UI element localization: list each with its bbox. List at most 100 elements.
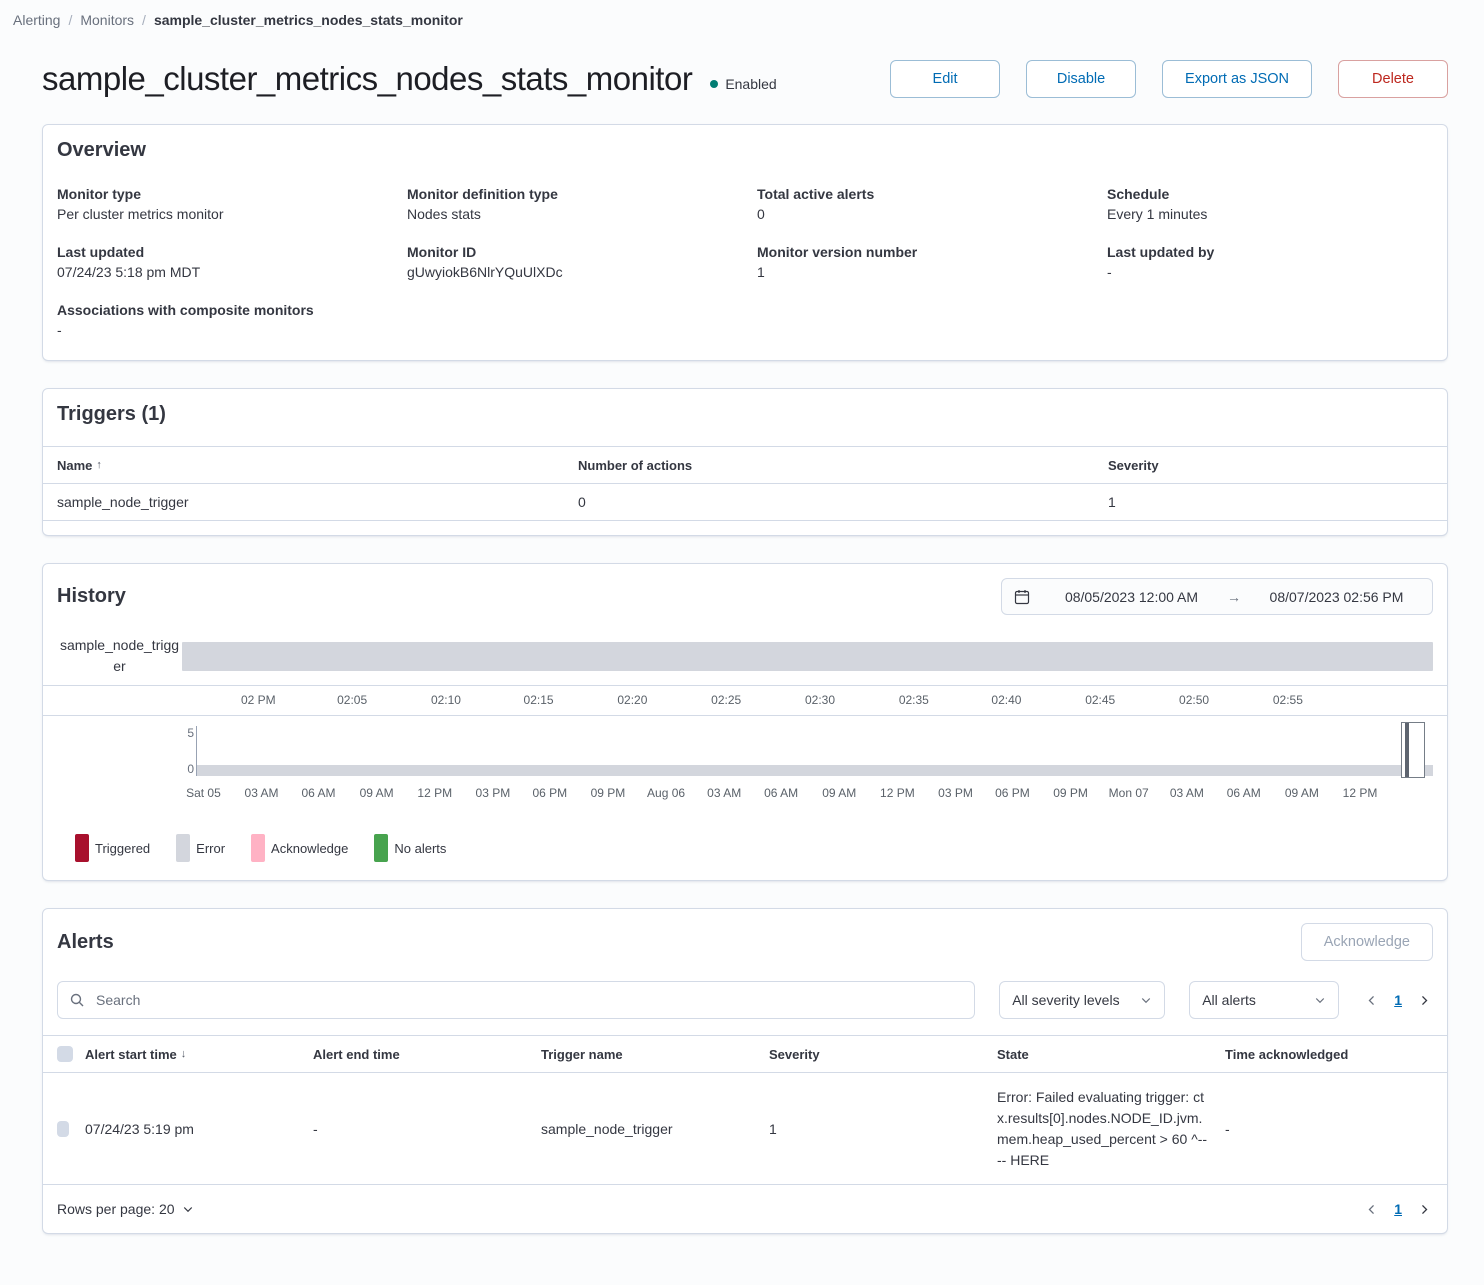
previous-page-button[interactable]	[1363, 1201, 1380, 1218]
row-checkbox[interactable]	[57, 1121, 69, 1137]
legend-item-error: Error	[176, 834, 225, 862]
field-label: Schedule	[1107, 186, 1433, 202]
brush-axis-labels: Sat 05 03 AM 06 AM 09 AM 12 PM 03 PM 06 …	[196, 784, 1433, 804]
history-header: History 08/05/2023 12:00 AM → 08/07/2023…	[57, 578, 1433, 615]
timeline-tick: 02:50	[1179, 693, 1209, 707]
sort-descending-icon: ↓	[181, 1048, 187, 1060]
alert-trigger-name-cell: sample_node_trigger	[541, 1109, 769, 1149]
breadcrumb: Alerting / Monitors / sample_cluster_met…	[0, 0, 1484, 32]
field-monitor-version-number: Monitor version number 1	[757, 244, 1083, 280]
breadcrumb-monitors[interactable]: Monitors	[80, 12, 134, 28]
legend-label: No alerts	[394, 841, 446, 856]
column-header-name-label: Name	[57, 458, 92, 473]
history-timeline-bar[interactable]	[182, 642, 1433, 671]
main-content: sample_cluster_metrics_nodes_stats_monit…	[0, 60, 1484, 1285]
field-label: Total active alerts	[757, 186, 1083, 202]
brush-tick: 09 AM	[822, 786, 856, 800]
history-brush-chart[interactable]	[196, 722, 1433, 778]
legend-item-acknowledge: Acknowledge	[251, 834, 348, 862]
field-value: 1	[757, 264, 1083, 280]
alert-severity-cell: 1	[769, 1109, 997, 1149]
triggered-swatch-icon	[75, 834, 89, 862]
delete-button[interactable]: Delete	[1338, 60, 1448, 98]
no-alerts-swatch-icon	[374, 834, 388, 862]
page-number-button[interactable]: 1	[1390, 1199, 1406, 1219]
field-label: Last updated by	[1107, 244, 1433, 260]
date-range-picker[interactable]: 08/05/2023 12:00 AM → 08/07/2023 02:56 P…	[1001, 578, 1433, 615]
alert-state-filter-value: All alerts	[1202, 992, 1256, 1008]
field-value: Nodes stats	[407, 206, 733, 222]
previous-page-button[interactable]	[1363, 992, 1380, 1009]
overview-grid: Monitor type Per cluster metrics monitor…	[57, 186, 1433, 346]
edit-button[interactable]: Edit	[890, 60, 1000, 98]
header-actions: Edit Disable Export as JSON Delete	[890, 60, 1448, 98]
column-alert-start-time[interactable]: Alert start time ↓	[85, 1036, 313, 1072]
field-label: Monitor definition type	[407, 186, 733, 202]
breadcrumb-alerting[interactable]: Alerting	[13, 12, 60, 28]
alerts-title: Alerts	[57, 931, 114, 954]
brush-selection-handle[interactable]	[1401, 722, 1425, 778]
triggers-panel: Triggers (1) Name ↑ Number of actions Se…	[42, 388, 1448, 536]
history-trigger-label: sample_node_trigger	[57, 635, 182, 677]
timeline-tick: 02:40	[991, 693, 1021, 707]
history-timeline-row: sample_node_trigger	[57, 633, 1433, 679]
chevron-right-icon	[1418, 1203, 1431, 1216]
breadcrumb-separator: /	[142, 12, 146, 28]
field-value: 0	[757, 206, 1083, 222]
brush-tick: Aug 06	[647, 786, 685, 800]
overview-panel: Overview Monitor type Per cluster metric…	[42, 124, 1448, 361]
column-header-name[interactable]: Name ↑	[43, 447, 578, 483]
chevron-left-icon	[1365, 1203, 1378, 1216]
alert-state-filter-select[interactable]: All alerts	[1189, 981, 1339, 1019]
brush-tick: 06 PM	[995, 786, 1030, 800]
date-range-end-button[interactable]: 08/07/2023 02:56 PM	[1245, 589, 1428, 605]
error-swatch-icon	[176, 834, 190, 862]
page-number-button[interactable]: 1	[1390, 990, 1406, 1010]
field-total-active-alerts: Total active alerts 0	[757, 186, 1083, 222]
brush-tick: 09 AM	[1285, 786, 1319, 800]
column-alert-end-time: Alert end time	[313, 1036, 541, 1072]
alert-row: 07/24/23 5:19 pm - sample_node_trigger 1…	[43, 1073, 1447, 1185]
field-value: -	[1107, 264, 1433, 280]
column-state: State	[997, 1036, 1225, 1072]
export-as-json-button[interactable]: Export as JSON	[1162, 60, 1312, 98]
legend-label: Error	[196, 841, 225, 856]
rows-per-page-button[interactable]: Rows per page: 20	[57, 1201, 194, 1217]
select-all-checkbox[interactable]	[57, 1046, 73, 1062]
trigger-row: sample_node_trigger 0 1	[43, 484, 1447, 521]
sort-ascending-icon: ↑	[96, 459, 102, 471]
divider	[43, 715, 1447, 716]
field-label: Associations with composite monitors	[57, 302, 383, 318]
date-range-start-button[interactable]: 08/05/2023 12:00 AM	[1040, 589, 1223, 605]
search-input[interactable]	[57, 981, 975, 1019]
axis-spacer	[57, 778, 182, 804]
field-last-updated: Last updated 07/24/23 5:18 pm MDT	[57, 244, 383, 280]
acknowledge-button[interactable]: Acknowledge	[1301, 923, 1433, 961]
brush-activity-band	[197, 765, 1433, 776]
search-box	[57, 981, 975, 1019]
field-associations-composite-monitors: Associations with composite monitors -	[57, 302, 383, 338]
timeline-tick: 02:30	[805, 693, 835, 707]
timeline-axis-row: 02 PM 02:05 02:10 02:15 02:20 02:25 02:3…	[57, 686, 1433, 711]
breadcrumb-current: sample_cluster_metrics_nodes_stats_monit…	[154, 12, 463, 28]
timeline-tick: 02:05	[337, 693, 367, 707]
severity-filter-value: All severity levels	[1012, 992, 1119, 1008]
disable-button[interactable]: Disable	[1026, 60, 1136, 98]
next-page-button[interactable]	[1416, 1201, 1433, 1218]
alert-state-cell: Error: Failed evaluating trigger: ctx.re…	[997, 1075, 1225, 1183]
overview-title: Overview	[57, 139, 1433, 162]
severity-filter-select[interactable]: All severity levels	[999, 981, 1165, 1019]
chevron-left-icon	[1365, 994, 1378, 1007]
brush-y-axis: 5 0	[57, 722, 182, 778]
select-all-cell	[43, 1036, 85, 1072]
brush-tick: 09 PM	[591, 786, 626, 800]
alerts-controls: All severity levels All alerts 1	[57, 981, 1433, 1019]
brush-tick: 06 AM	[1227, 786, 1261, 800]
field-label: Last updated	[57, 244, 383, 260]
brush-tick: 03 AM	[245, 786, 279, 800]
legend-label: Acknowledge	[271, 841, 348, 856]
status-label: Enabled	[725, 76, 776, 92]
field-label: Monitor version number	[757, 244, 1083, 260]
acknowledge-swatch-icon	[251, 834, 265, 862]
next-page-button[interactable]	[1416, 992, 1433, 1009]
